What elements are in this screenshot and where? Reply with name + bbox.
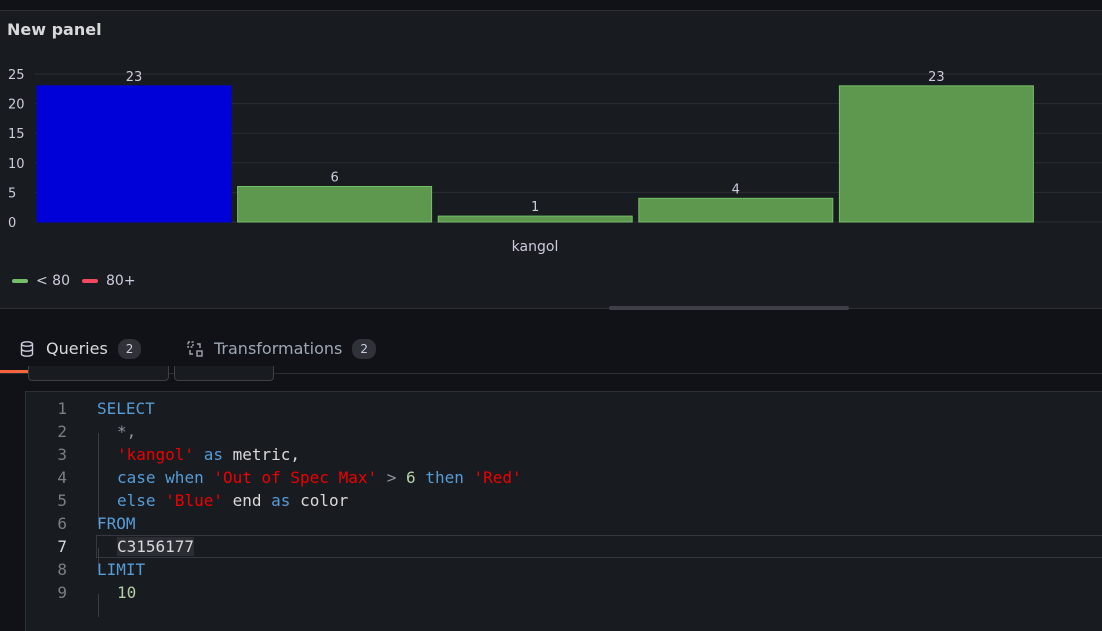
query-row-button[interactable]	[174, 366, 274, 381]
y-tick-label: 10	[8, 157, 25, 172]
code-token: 'Red'	[473, 468, 522, 487]
y-tick-label: 25	[8, 68, 25, 83]
bar-value-label: 4	[732, 182, 740, 197]
code-line: 1 SELECT	[26, 397, 1102, 420]
code-token: 'Out of Spec Max'	[213, 468, 378, 487]
code-token: else	[117, 491, 156, 510]
tab-queries-label: Queries	[46, 339, 108, 358]
bar-value-label: 23	[126, 70, 143, 85]
bar-value-label: 1	[531, 200, 539, 215]
query-row-button[interactable]	[28, 366, 169, 381]
line-number: 6	[57, 514, 67, 533]
bar-value-label: 23	[928, 70, 945, 85]
code-line: 3 'kangol' as metric,	[26, 443, 1102, 479]
database-icon	[20, 340, 34, 357]
x-axis-label: kangol	[512, 239, 559, 255]
code-line: 8 LIMIT	[26, 558, 1102, 581]
line-number: 3	[57, 445, 67, 464]
y-tick-label: 15	[8, 127, 25, 142]
code-token: >	[386, 468, 397, 487]
code-line: 4 case when 'Out of Spec Max' > 6 then '…	[26, 466, 1102, 502]
y-tick-label: 5	[8, 186, 16, 201]
tab-queries-count: 2	[117, 338, 142, 359]
bar-chart: 25 20 15 10 5 0 23 6 1 4 23 kangol	[8, 68, 1102, 255]
tab-transformations[interactable]: Transformations 2	[186, 326, 377, 371]
y-tick-label: 20	[8, 98, 25, 113]
transform-icon	[187, 340, 203, 357]
code-token: metric,	[232, 445, 301, 464]
line-number: 2	[57, 422, 67, 441]
tab-transformations-count: 2	[352, 338, 377, 359]
legend-item-80plus[interactable]: 80+	[82, 273, 136, 289]
code-line: 5 else 'Blue' end as color	[26, 489, 1102, 525]
line-number: 7	[57, 537, 67, 556]
legend-swatch-red	[82, 279, 98, 283]
bar	[237, 185, 433, 223]
code-token: *,	[117, 422, 137, 441]
code-token: 'kangol'	[117, 445, 195, 464]
line-number: 8	[57, 560, 67, 579]
legend-item-lt80[interactable]: < 80	[12, 273, 70, 289]
line-number: 9	[57, 583, 67, 602]
bar	[638, 197, 834, 223]
line-number: 1	[57, 399, 67, 418]
legend-label: 80+	[106, 273, 136, 289]
legend-label: < 80	[36, 273, 70, 289]
legend-swatch-green	[12, 279, 28, 283]
code-token: SELECT	[97, 399, 155, 418]
code-line: 2 *,	[26, 420, 1102, 456]
bar	[437, 215, 633, 223]
tab-transformations-label: Transformations	[214, 339, 343, 358]
panel-resize-handle[interactable]	[609, 306, 849, 310]
code-line-current: 7 C3156177	[26, 535, 1102, 571]
bar-value-label: 6	[330, 170, 338, 185]
code-token: as	[271, 491, 291, 510]
tab-queries[interactable]: Queries 2	[0, 326, 160, 373]
code-token: case	[117, 468, 156, 487]
code-token: end	[232, 491, 262, 510]
code-token: color	[300, 491, 349, 510]
code-token: then	[425, 468, 464, 487]
panel: New panel 25 20 15 10 5 0 23 6 1 4 23 kangol < 80 8…	[0, 10, 1102, 309]
code-token: 'Blue'	[165, 491, 223, 510]
line-number: 4	[57, 468, 67, 487]
code-editor[interactable]: 1 SELECT 2 *, 3 'kangol' as metric, 4 ca…	[25, 391, 1102, 631]
line-number: 5	[57, 491, 67, 510]
bar	[838, 85, 1034, 223]
code-token: C3156177	[117, 537, 195, 556]
code-token: 6	[406, 468, 416, 487]
code-token: when	[165, 468, 204, 487]
y-tick-label: 0	[8, 216, 16, 231]
code-token: 10	[117, 583, 137, 602]
bar	[36, 85, 232, 223]
code-line: 6 FROM	[26, 512, 1102, 535]
legend: < 80 80+	[12, 273, 136, 289]
code-token: LIMIT	[97, 560, 146, 579]
code-token: FROM	[97, 514, 136, 533]
code-token: as	[203, 445, 223, 464]
code-line: 9 10	[26, 581, 1102, 617]
